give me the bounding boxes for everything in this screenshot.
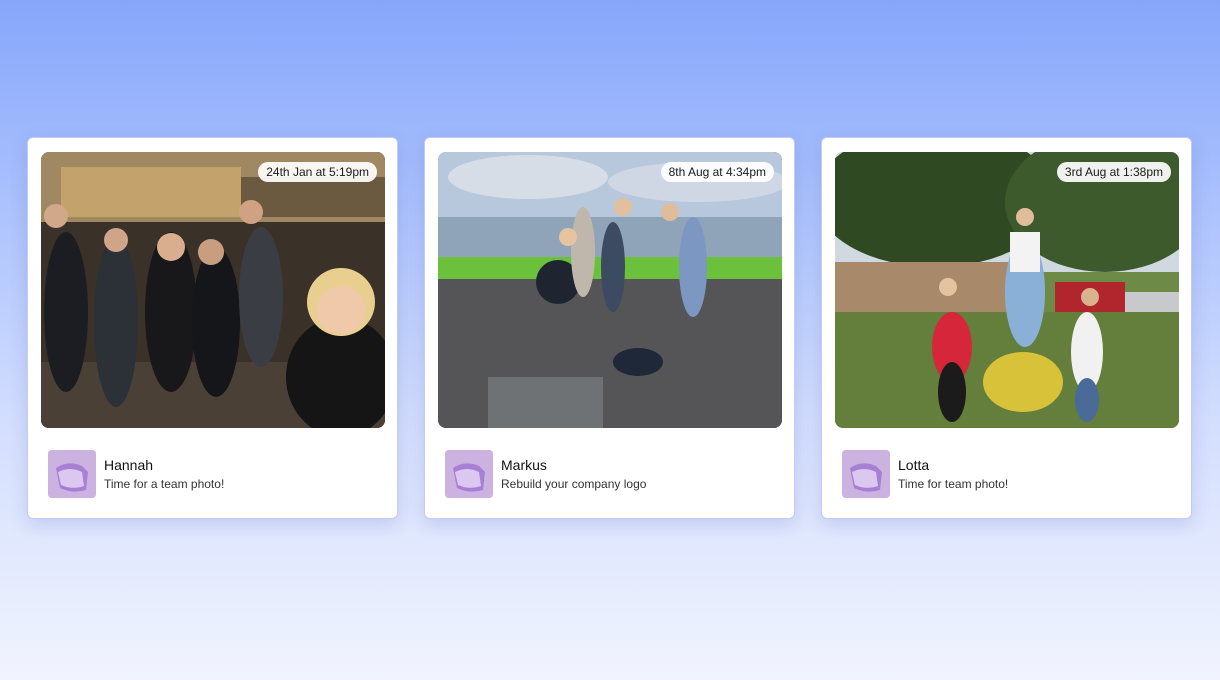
card-footer: Lotta Time for team photo! [842,450,1175,498]
timestamp-badge: 8th Aug at 4:34pm [660,162,774,182]
park-photo[interactable]: 3rd Aug at 1:38pm [835,152,1179,428]
rooftop-logo-photo[interactable]: 8th Aug at 4:34pm [438,152,782,428]
post-caption: Time for team photo! [898,477,1009,491]
timestamp-badge: 24th Jan at 5:19pm [258,162,377,182]
author-name: Lotta [898,457,930,473]
author-name: Hannah [104,457,154,473]
photo-card[interactable]: 3rd Aug at 1:38pm Lotta Time for team ph… [821,137,1192,519]
card-footer: Markus Rebuild your company logo [445,450,778,498]
purple-3d-shape-icon[interactable] [445,450,493,498]
timestamp-badge: 3rd Aug at 1:38pm [1056,162,1171,182]
post-caption: Time for a team photo! [104,477,225,491]
photo-card[interactable]: 24th Jan at 5:19pm Hannah Time for a tea… [27,137,398,519]
post-caption: Rebuild your company logo [501,477,647,491]
photo-card-row: 24th Jan at 5:19pm Hannah Time for a tea… [0,0,1220,680]
purple-3d-shape-icon[interactable] [48,450,96,498]
group-night-photo[interactable]: 24th Jan at 5:19pm [41,152,385,428]
purple-3d-shape-icon[interactable] [842,450,890,498]
card-footer: Hannah Time for a team photo! [48,450,381,498]
author-name: Markus [501,457,547,473]
photo-card[interactable]: 8th Aug at 4:34pm Markus Rebuild your co… [424,137,795,519]
